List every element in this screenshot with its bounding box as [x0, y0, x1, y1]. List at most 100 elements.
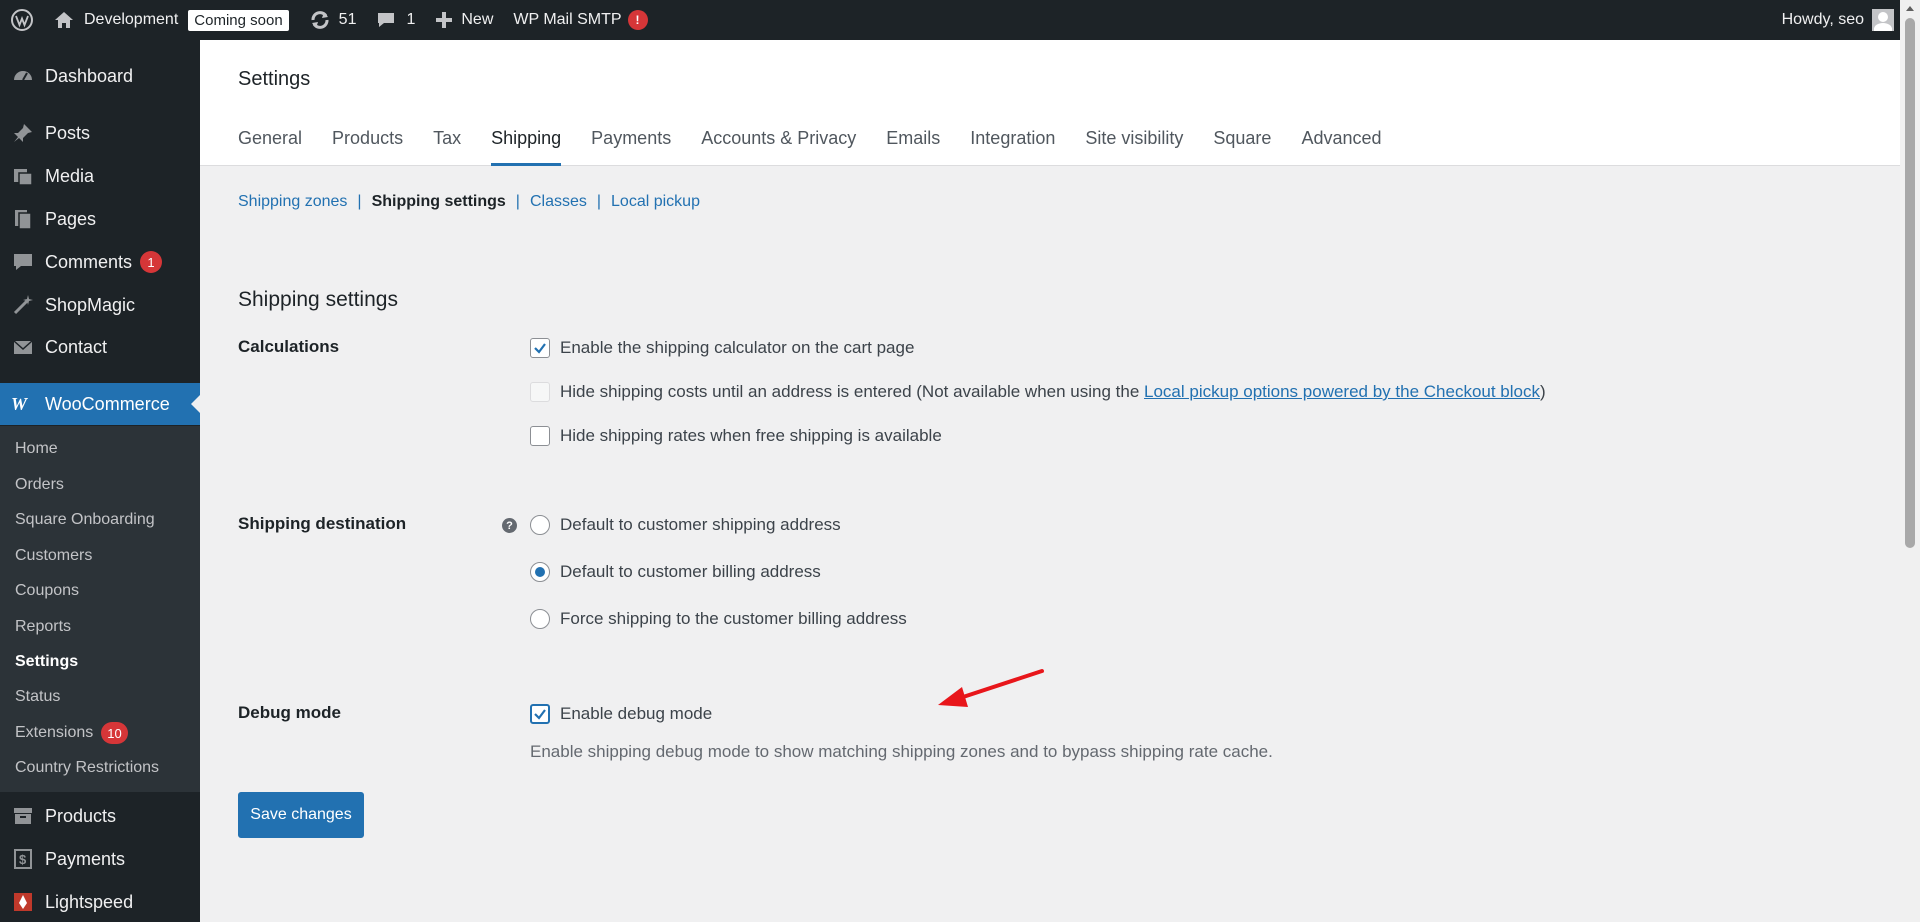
hide-rates-option[interactable]: Hide shipping rates when free shipping i…: [530, 426, 942, 446]
sidebar-item-posts[interactable]: Posts: [0, 113, 200, 153]
updates-menu[interactable]: 51: [299, 0, 367, 40]
tab-integration[interactable]: Integration: [970, 128, 1055, 166]
admin-bar: Development Coming soon 51 1 New WP Mail…: [0, 0, 1920, 40]
tab-advanced[interactable]: Advanced: [1301, 128, 1381, 166]
sidebar-item-payments[interactable]: $ Payments: [0, 839, 200, 879]
local-pickup-checkout-link[interactable]: Local pickup options powered by the Chec…: [1144, 382, 1540, 402]
shipping-calculator-checkbox[interactable]: [530, 338, 550, 358]
submenu-item-coupons[interactable]: Coupons: [15, 582, 79, 600]
wp-mail-smtp-menu[interactable]: WP Mail SMTP !: [503, 0, 657, 40]
dashboard-icon: [0, 65, 45, 87]
submenu-item-country-restrictions[interactable]: Country Restrictions: [15, 759, 159, 777]
wordpress-logo-icon[interactable]: [0, 0, 44, 40]
current-menu-arrow: [191, 395, 200, 413]
destination-shipping-option[interactable]: Default to customer shipping address: [530, 515, 841, 535]
sidebar-item-shopmagic[interactable]: ShopMagic: [0, 285, 200, 325]
submenu-item-extensions[interactable]: Extensions 10: [15, 722, 128, 744]
scroll-thumb[interactable]: [1905, 18, 1915, 548]
subnav-shipping-zones[interactable]: Shipping zones: [238, 193, 347, 211]
sidebar-item-comments[interactable]: Comments 1: [0, 242, 200, 282]
destination-force-billing-radio[interactable]: [530, 609, 550, 629]
smtp-label: WP Mail SMTP: [513, 11, 622, 28]
submenu-item-status[interactable]: Status: [15, 688, 60, 706]
destination-shipping-radio[interactable]: [530, 515, 550, 535]
shipping-calculator-option[interactable]: Enable the shipping calculator on the ca…: [530, 338, 914, 358]
subnav-shipping-settings[interactable]: Shipping settings: [372, 193, 506, 211]
tab-products[interactable]: Products: [332, 128, 403, 166]
dollar-icon: $: [0, 848, 45, 870]
submenu-item-customers[interactable]: Customers: [15, 547, 92, 565]
calculations-label: Calculations: [238, 337, 340, 356]
tab-shipping[interactable]: Shipping: [491, 128, 562, 166]
subnav-local-pickup[interactable]: Local pickup: [611, 193, 700, 211]
sidebar-item-label: Pages: [45, 208, 97, 229]
media-icon: [0, 165, 45, 187]
settings-header: Settings General Products Tax Shipping P…: [200, 40, 1900, 166]
annotation-arrow: [938, 669, 1044, 707]
hide-costs-label-prefix: Hide shipping costs until an address is …: [560, 382, 1145, 401]
main-content: Settings General Products Tax Shipping P…: [200, 40, 1900, 922]
sidebar-item-media[interactable]: Media: [0, 156, 200, 196]
tab-emails[interactable]: Emails: [886, 128, 940, 166]
comments-menu[interactable]: 1: [366, 0, 425, 40]
smtp-alert-badge: !: [627, 10, 648, 30]
sidebar-item-woocommerce[interactable]: W WooCommerce: [0, 383, 200, 425]
lightspeed-icon: [0, 891, 45, 913]
tab-payments[interactable]: Payments: [591, 128, 671, 166]
sidebar-item-label: Contact: [45, 336, 108, 357]
submenu-item-reports[interactable]: Reports: [15, 618, 71, 636]
submenu-item-settings[interactable]: Settings: [15, 653, 78, 671]
tab-site-visibility[interactable]: Site visibility: [1085, 128, 1183, 166]
sidebar-item-label: Media: [45, 165, 95, 186]
submenu-item-home[interactable]: Home: [15, 440, 58, 458]
page-scrollbar[interactable]: [1900, 0, 1920, 922]
pin-icon: [0, 122, 45, 144]
debug-mode-text: Enable debug mode: [560, 704, 713, 723]
subnav-classes[interactable]: Classes: [530, 193, 587, 211]
radio-selected-dot: [535, 567, 545, 577]
destination-force-billing-option[interactable]: Force shipping to the customer billing a…: [530, 609, 907, 629]
sidebar-item-products[interactable]: Products: [0, 796, 200, 836]
sidebar-item-dashboard[interactable]: Dashboard: [0, 56, 200, 96]
destination-billing-radio[interactable]: [530, 562, 550, 582]
shipping-destination-label: Shipping destination: [238, 514, 407, 533]
archive-icon: [0, 805, 45, 827]
sidebar-item-pages[interactable]: Pages: [0, 199, 200, 239]
plus-icon: [436, 12, 453, 28]
sidebar-item-label: Dashboard: [45, 65, 134, 86]
submenu-item-orders[interactable]: Orders: [15, 476, 64, 494]
destination-shipping-label: Default to customer shipping address: [560, 515, 841, 534]
account-menu[interactable]: Howdy, seo: [1772, 0, 1920, 40]
sidebar-item-contact[interactable]: Contact: [0, 327, 200, 367]
submenu-item-square-onboarding[interactable]: Square Onboarding: [15, 511, 155, 529]
tab-accounts-privacy[interactable]: Accounts & Privacy: [701, 128, 856, 166]
tab-tax[interactable]: Tax: [433, 128, 461, 166]
scroll-up-arrow-icon[interactable]: [1906, 6, 1914, 11]
comments-badge: 1: [140, 251, 163, 273]
destination-billing-option[interactable]: Default to customer billing address: [530, 562, 821, 582]
new-content-menu[interactable]: New: [425, 0, 503, 40]
debug-mode-option[interactable]: Enable debug mode: [530, 704, 712, 724]
sidebar-item-label: Products: [45, 805, 117, 826]
sidebar-item-lightspeed[interactable]: Lightspeed: [0, 882, 200, 922]
debug-mode-checkbox[interactable]: [530, 704, 550, 724]
sidebar-item-label: Posts: [45, 122, 91, 143]
save-changes-button[interactable]: Save changes: [238, 792, 364, 838]
comment-icon: [378, 13, 395, 27]
destination-billing-label: Default to customer billing address: [560, 562, 821, 581]
hide-costs-checkbox: [530, 382, 550, 402]
tab-general[interactable]: General: [238, 128, 302, 166]
refresh-icon: [311, 11, 329, 29]
site-name-menu[interactable]: Development Coming soon: [44, 0, 299, 40]
sidebar-item-label: Payments: [45, 848, 126, 869]
sidebar-item-label: ShopMagic: [45, 294, 136, 315]
admin-sidebar: Dashboard Posts Media Pages Comments 1 S…: [0, 40, 200, 922]
hide-rates-checkbox[interactable]: [530, 426, 550, 446]
help-icon[interactable]: ?: [502, 518, 517, 533]
woocommerce-submenu: Home Orders Square Onboarding Customers …: [0, 426, 200, 792]
hide-rates-label: Hide shipping rates when free shipping i…: [560, 426, 942, 445]
tab-square[interactable]: Square: [1213, 128, 1271, 166]
subnav-separator: |: [596, 193, 602, 210]
settings-tabs: General Products Tax Shipping Payments A…: [238, 128, 1412, 166]
coming-soon-badge[interactable]: Coming soon: [188, 9, 289, 31]
